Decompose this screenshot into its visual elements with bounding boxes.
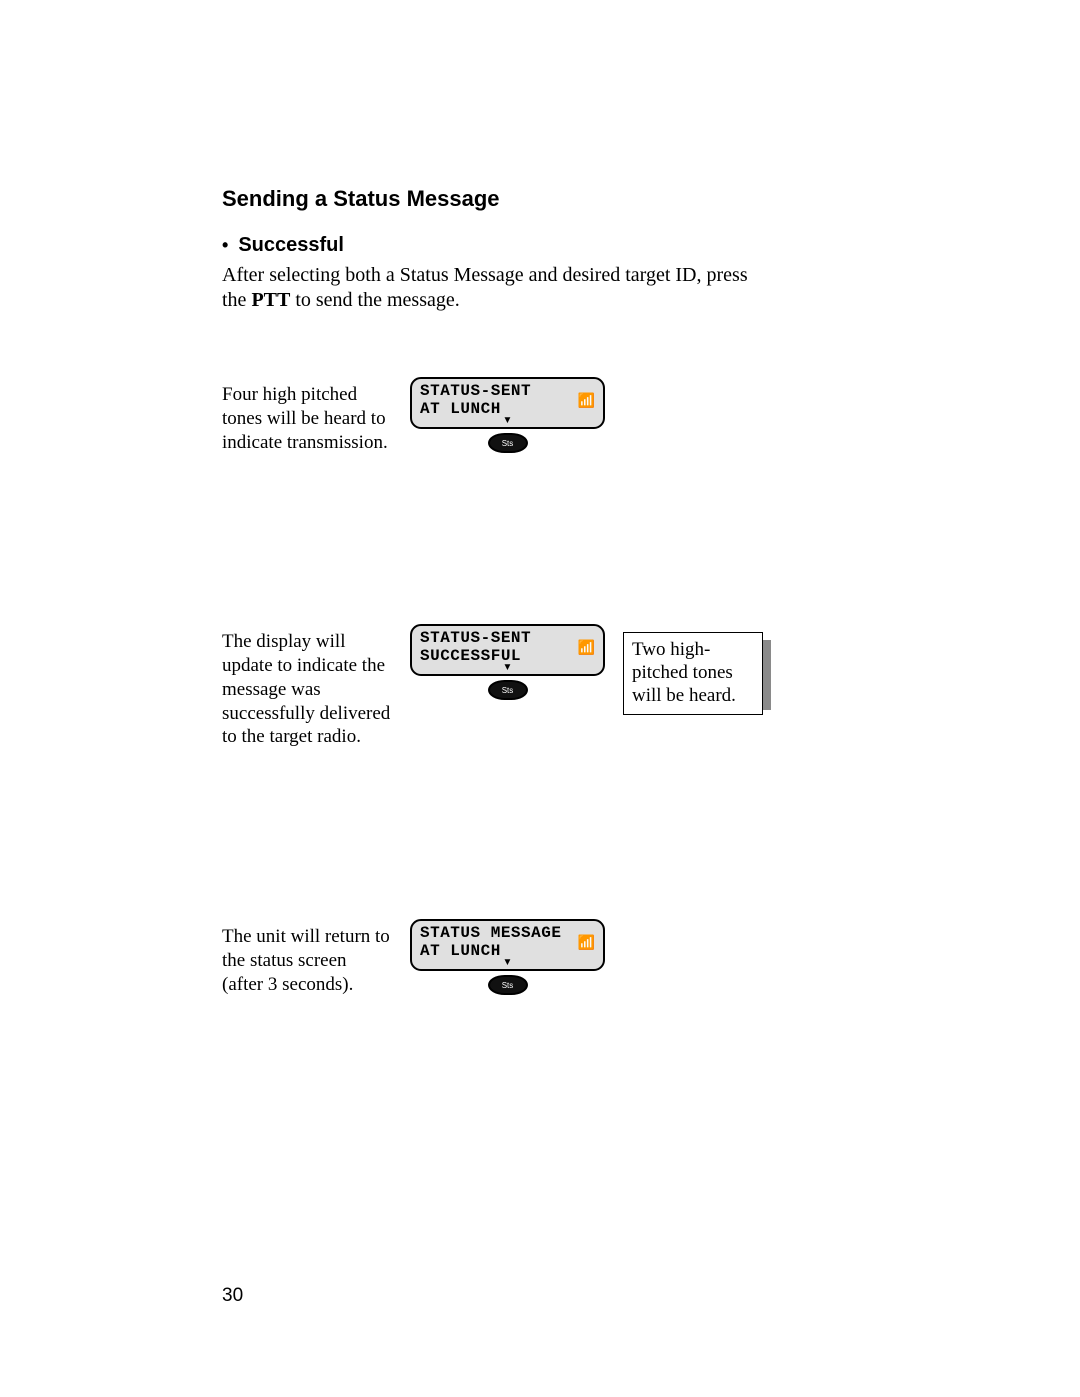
lcd-screen: STATUS-SENT AT LUNCH 📶 ▼	[410, 377, 605, 429]
bullet-item: • Successful	[222, 234, 930, 257]
step-row: Four high pitched tones will be heard to…	[222, 377, 930, 454]
lcd-line1: STATUS-SENT	[420, 630, 595, 648]
lcd-line1: STATUS MESSAGE	[420, 925, 595, 943]
lcd-display-group: STATUS MESSAGE AT LUNCH 📶 ▼ Sts	[410, 919, 605, 995]
bullet-dot: •	[222, 236, 228, 254]
bullet-label: Successful	[238, 234, 344, 257]
signal-icon: 📶	[578, 395, 595, 409]
sts-button: Sts	[488, 975, 528, 995]
lcd-screen: STATUS MESSAGE AT LUNCH 📶 ▼	[410, 919, 605, 971]
down-arrow-icon: ▼	[503, 663, 513, 673]
down-arrow-icon: ▼	[503, 958, 513, 968]
sts-button: Sts	[488, 433, 528, 453]
note-box-wrap: Two high-pitched tones will be heard.	[623, 632, 763, 714]
manual-page: Sending a Status Message • Successful Af…	[0, 0, 1080, 1397]
lcd-line1: STATUS-SENT	[420, 383, 595, 401]
sts-button: Sts	[488, 680, 528, 700]
intro-paragraph: After selecting both a Status Message an…	[222, 263, 762, 313]
signal-icon: 📶	[578, 642, 595, 656]
lcd-screen: STATUS-SENT SUCCESSFUL 📶 ▼	[410, 624, 605, 676]
step-desc: The unit will return to the status scree…	[222, 919, 392, 996]
note-box: Two high-pitched tones will be heard.	[623, 632, 763, 714]
page-number: 30	[222, 1285, 243, 1307]
step-row: The display will update to indicate the …	[222, 624, 930, 749]
step-desc: The display will update to indicate the …	[222, 624, 392, 749]
lcd-display-group: STATUS-SENT AT LUNCH 📶 ▼ Sts	[410, 377, 605, 453]
lcd-display-group: STATUS-SENT SUCCESSFUL 📶 ▼ Sts	[410, 624, 605, 700]
intro-after: to send the message.	[290, 289, 459, 311]
signal-icon: 📶	[578, 937, 595, 951]
steps-container: Four high pitched tones will be heard to…	[222, 377, 930, 996]
page-title: Sending a Status Message	[222, 186, 930, 212]
intro-bold: PTT	[251, 289, 290, 311]
step-desc: Four high pitched tones will be heard to…	[222, 377, 392, 454]
step-row: The unit will return to the status scree…	[222, 919, 930, 996]
down-arrow-icon: ▼	[503, 416, 513, 426]
